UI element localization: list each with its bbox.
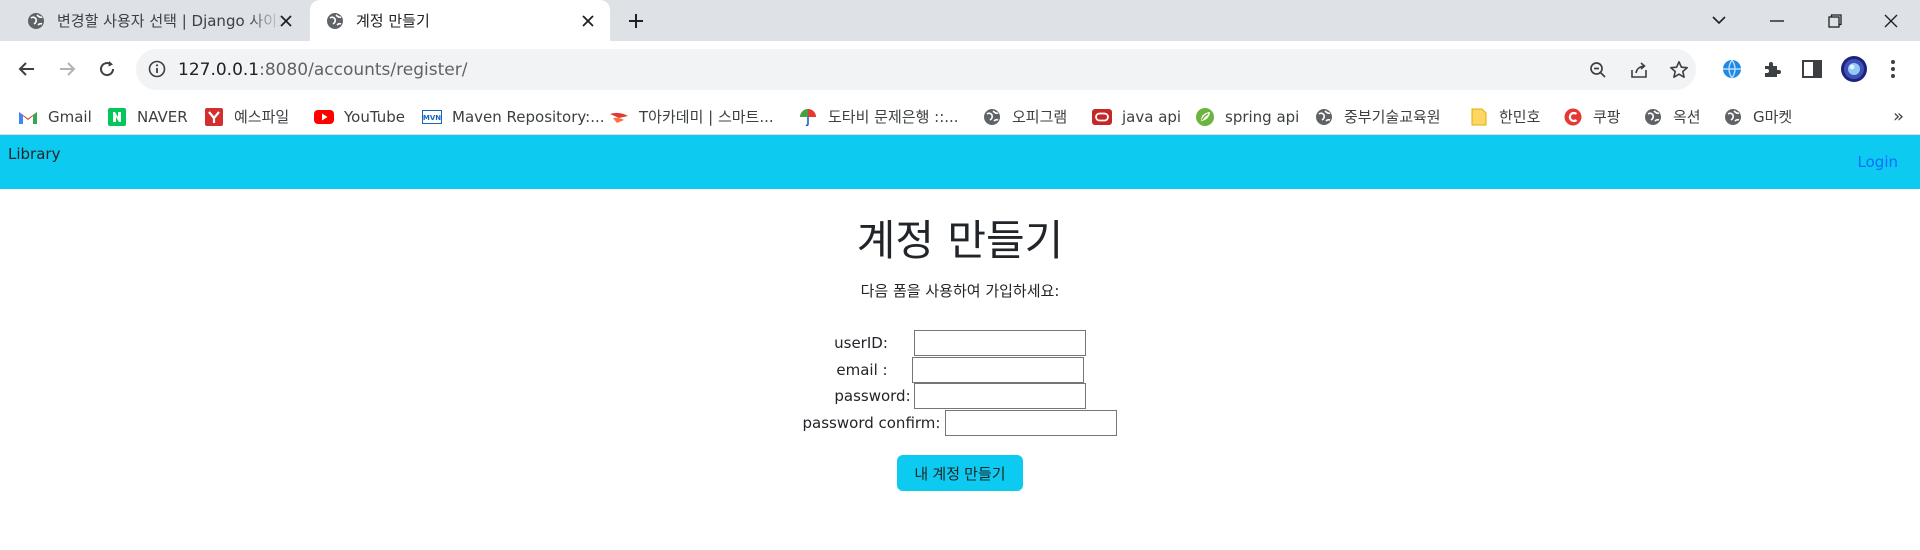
svg-text:MVN: MVN (423, 114, 441, 122)
bookmark-label: NAVER (137, 107, 188, 126)
yesfile-icon (204, 107, 224, 127)
url-host: 127.0.0.1 (178, 60, 260, 80)
bookmark-dotabi[interactable]: 도타비 문제은행 ::... (798, 98, 959, 135)
profile-avatar[interactable] (1839, 54, 1869, 84)
bookmark-maven[interactable]: MVN Maven Repository:... (422, 98, 605, 135)
bookmark-label: Gmail (48, 107, 92, 126)
new-tab-button[interactable] (623, 10, 649, 32)
bookmark-yesfile[interactable]: 예스파일 (204, 98, 289, 135)
naver-icon (107, 107, 127, 127)
bookmark-coupang[interactable]: 쿠팡 (1563, 98, 1621, 135)
bookmark-opigram[interactable]: 오피그램 (982, 98, 1067, 135)
share-icon[interactable] (1628, 59, 1650, 81)
address-bar[interactable]: 127.0.0.1:8080/accounts/register/ (136, 49, 1696, 90)
globe-icon (1723, 107, 1743, 127)
bookmark-label: 쿠팡 (1593, 108, 1621, 126)
email-row: email : (0, 357, 1920, 383)
youtube-icon (314, 107, 334, 127)
bookmark-label: 한민호 (1499, 108, 1541, 126)
bookmark-spring-api[interactable]: spring api (1195, 98, 1299, 135)
bookmark-jungbu[interactable]: 중부기술교육원 (1314, 98, 1441, 135)
site-navbar: Library Login (0, 135, 1920, 189)
url-text[interactable]: 127.0.0.1:8080/accounts/register/ (178, 60, 467, 80)
password-confirm-label: password confirm: (802, 414, 941, 432)
minimize-icon[interactable] (1748, 0, 1806, 41)
browser-toolbar: 127.0.0.1:8080/accounts/register/ (0, 41, 1920, 98)
create-account-button[interactable]: 내 계정 만들기 (897, 455, 1023, 491)
spring-icon (1195, 107, 1215, 127)
userid-row: userID: (0, 330, 1920, 356)
password-row: password: (0, 383, 1920, 409)
restore-icon[interactable] (1806, 0, 1864, 41)
bookmark-gmarket[interactable]: G마켓 (1723, 98, 1792, 135)
folder-icon (1469, 107, 1489, 127)
form-instructions: 다음 폼을 사용하여 가입하세요: (860, 282, 1060, 300)
userid-label: userID: (834, 334, 888, 352)
tab-search-chevron-icon[interactable] (1690, 0, 1748, 41)
globe-icon (1314, 107, 1334, 127)
bookmark-java-api[interactable]: java api (1092, 98, 1181, 135)
zoom-out-icon[interactable] (1587, 59, 1609, 81)
bookmark-label: 중부기술교육원 (1344, 108, 1441, 126)
back-arrow-icon[interactable] (13, 55, 41, 83)
url-path: :8080/accounts/register/ (259, 60, 468, 80)
bookmark-label: T아카데미 | 스마트... (639, 108, 774, 126)
bookmark-naver[interactable]: NAVER (107, 98, 188, 135)
forward-arrow-icon[interactable] (53, 55, 81, 83)
bookmark-label: 오피그램 (1012, 108, 1068, 126)
bookmark-label: YouTube (344, 107, 405, 126)
gmail-icon (18, 107, 38, 127)
password-label: password: (834, 387, 911, 405)
close-window-icon[interactable] (1862, 0, 1920, 41)
password-input[interactable] (913, 383, 1086, 409)
tab-strip: 변경할 사용자 선택 | Django 사이트 관리 계정 만들기 (0, 0, 1920, 41)
tab-title: 계정 만들기 (356, 12, 430, 30)
password-confirm-row: password confirm: (0, 410, 1920, 436)
globe-icon (325, 11, 345, 31)
globe-icon (982, 107, 1002, 127)
coupang-icon (1563, 107, 1583, 127)
close-tab-icon[interactable] (277, 12, 294, 29)
chrome-menu-icon[interactable] (1880, 56, 1906, 82)
bookmark-label: Maven Repository:... (452, 107, 605, 126)
side-panel-icon[interactable] (1799, 56, 1825, 82)
bookmark-tacademy[interactable]: T아카데미 | 스마트... (609, 98, 774, 135)
globe-icon (1643, 107, 1663, 127)
bookmark-folder-hanminho[interactable]: 한민호 (1469, 98, 1540, 135)
bookmark-label: 예스파일 (234, 108, 290, 126)
email-label: email : (836, 361, 888, 379)
bookmark-label: G마켓 (1753, 108, 1793, 126)
password-confirm-input[interactable] (945, 410, 1118, 436)
reload-icon[interactable] (93, 55, 121, 83)
tab-title: 변경할 사용자 선택 | Django 사이트 관리 (57, 12, 282, 30)
globe-icon (26, 11, 46, 31)
extension-globe-icon[interactable] (1719, 56, 1745, 82)
bookmark-youtube[interactable]: YouTube (314, 98, 405, 135)
bookmark-auction[interactable]: 옥션 (1643, 98, 1701, 135)
login-link[interactable]: Login (1858, 153, 1898, 171)
bookmark-label: spring api (1225, 107, 1300, 126)
page-title: 계정 만들기 (856, 216, 1064, 265)
bookmark-label: 도타비 문제은행 ::... (828, 108, 959, 126)
tab-django-admin[interactable]: 변경할 사용자 선택 | Django 사이트 관리 (8, 0, 308, 41)
email-input[interactable] (911, 357, 1084, 383)
bookmark-star-icon[interactable] (1668, 59, 1690, 81)
bookmark-label: java api (1122, 107, 1182, 126)
umbrella-icon (798, 107, 818, 127)
bookmarks-bar: Gmail NAVER 예스파일 YouTube MVN Maven Repos… (0, 98, 1920, 135)
brand-link[interactable]: Library (8, 145, 60, 163)
more-bookmarks-button[interactable]: » (1893, 106, 1904, 127)
tab-register[interactable]: 계정 만들기 (310, 0, 610, 41)
site-info-icon[interactable] (148, 60, 166, 78)
maven-icon: MVN (422, 107, 442, 127)
bookmark-gmail[interactable]: Gmail (18, 98, 92, 135)
extensions-puzzle-icon[interactable] (1759, 56, 1785, 82)
oracle-icon (1092, 107, 1112, 127)
close-tab-icon[interactable] (579, 12, 596, 29)
tacademy-icon (609, 107, 629, 127)
userid-input[interactable] (913, 330, 1086, 356)
bookmark-label: 옥션 (1673, 108, 1701, 126)
